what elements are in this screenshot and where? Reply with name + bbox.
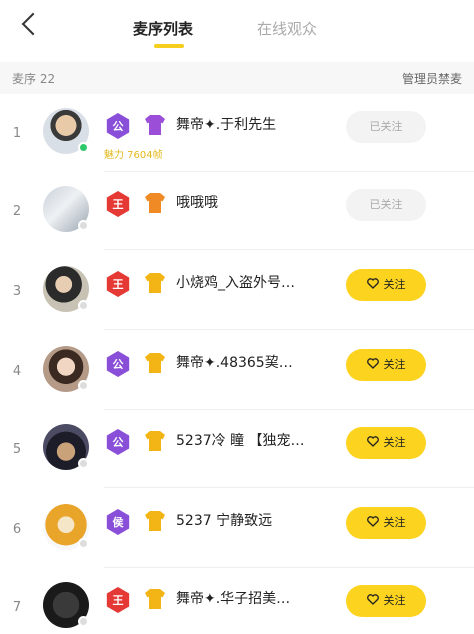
follow-button[interactable]: 关注	[346, 269, 426, 301]
row-index: 1	[12, 126, 22, 141]
row-index: 4	[12, 364, 22, 379]
role-badge-label: 王	[112, 594, 124, 607]
list-item[interactable]: 5 公 5237冷 瞳 【独宠… 关注	[0, 410, 474, 488]
vip-shirt-icon	[145, 589, 165, 609]
top-bar: 麦序列表 在线观众	[0, 0, 474, 62]
follow-button-label: 关注	[383, 358, 406, 371]
role-badge: 公	[105, 351, 131, 377]
active-tab-underline	[154, 44, 184, 48]
list-item[interactable]: 4 公 舞帝✦.48365巭… 关注	[0, 332, 474, 410]
nickname: 舞帝✦.华子招美…	[176, 591, 291, 607]
queue-count: 麦序 22	[12, 72, 56, 86]
vip-shirt-icon	[145, 193, 165, 213]
online-status-dot	[78, 220, 89, 231]
row-divider	[104, 249, 474, 250]
shirt-shape	[145, 353, 165, 373]
row-index: 6	[12, 522, 22, 537]
role-badge-label: 公	[112, 120, 124, 133]
heart-plus-icon	[366, 516, 379, 527]
role-badge: 公	[105, 429, 131, 455]
follow-button-label: 已关注	[369, 120, 403, 133]
follow-button-label: 关注	[383, 436, 406, 449]
online-status-dot	[78, 616, 89, 627]
nickname: 哦哦哦	[176, 195, 218, 211]
list-item[interactable]: 1 公 舞帝✦.于利先生魅力 7604帧 已关注	[0, 94, 474, 172]
role-badge: 王	[105, 191, 131, 217]
nickname: 舞帝✦.于利先生	[176, 117, 277, 133]
shirt-shape	[145, 431, 165, 451]
vip-shirt-icon	[145, 511, 165, 531]
list-item[interactable]: 3 王 小烧鸡_入盗外号… 关注	[0, 252, 474, 330]
follow-button-label: 已关注	[369, 198, 403, 211]
vip-shirt-icon	[145, 431, 165, 451]
list-item[interactable]: 6 侯 5237 宁静致远 关注	[0, 490, 474, 568]
tab-online-audience[interactable]: 在线观众	[257, 18, 317, 39]
tab-mic-queue[interactable]: 麦序列表	[133, 18, 193, 39]
row-index: 7	[12, 600, 22, 615]
follow-button-label: 关注	[383, 594, 406, 607]
follow-button[interactable]: 关注	[346, 507, 426, 539]
row-index: 3	[12, 284, 22, 299]
heart-plus-icon	[366, 594, 379, 605]
role-badge-label: 王	[112, 198, 124, 211]
shirt-shape	[145, 115, 165, 135]
heart-plus-icon	[366, 278, 379, 289]
role-badge: 公	[105, 113, 131, 139]
row-divider	[104, 329, 474, 330]
online-status-dot	[78, 142, 89, 153]
role-badge: 王	[105, 271, 131, 297]
shirt-shape	[145, 193, 165, 213]
follow-button[interactable]: 关注	[346, 427, 426, 459]
admin-ban-mic-button[interactable]: 管理员禁麦	[402, 70, 462, 87]
queue-summary-bar: 麦序 22 管理员禁麦	[0, 62, 474, 94]
nickname: 小烧鸡_入盗外号…	[176, 275, 295, 291]
follow-button[interactable]: 关注	[346, 585, 426, 617]
follow-button[interactable]: 关注	[346, 349, 426, 381]
follow-button-label: 关注	[383, 516, 406, 529]
role-badge-label: 侯	[112, 516, 124, 529]
heart-plus-icon	[366, 358, 379, 369]
online-status-dot	[78, 458, 89, 469]
vip-shirt-icon	[145, 353, 165, 373]
nickname: 5237冷 瞳 【独宠…	[176, 433, 305, 449]
row-index: 2	[12, 204, 22, 219]
nickname: 5237 宁静致远	[176, 513, 273, 529]
online-status-dot	[78, 538, 89, 549]
role-badge-label: 公	[112, 358, 124, 371]
role-badge-label: 王	[112, 278, 124, 291]
follow-button-label: 关注	[383, 278, 406, 291]
role-badge: 王	[105, 587, 131, 613]
followed-button[interactable]: 已关注	[346, 111, 426, 143]
online-status-dot	[78, 300, 89, 311]
role-badge: 侯	[105, 509, 131, 535]
heart-plus-icon	[366, 436, 379, 447]
vip-shirt-icon	[145, 115, 165, 135]
vip-shirt-icon	[145, 273, 165, 293]
shirt-shape	[145, 589, 165, 609]
row-divider	[104, 487, 474, 488]
back-arrow-icon[interactable]	[16, 10, 42, 38]
list-item[interactable]: 2 王 哦哦哦 已关注	[0, 172, 474, 250]
shirt-shape	[145, 511, 165, 531]
charm-value: 魅力 7604帧	[104, 150, 163, 161]
shirt-shape	[145, 273, 165, 293]
followed-button[interactable]: 已关注	[346, 189, 426, 221]
role-badge-label: 公	[112, 436, 124, 449]
list-item[interactable]: 7 王 舞帝✦.华子招美… 关注	[0, 568, 474, 634]
row-index: 5	[12, 442, 22, 457]
online-status-dot	[78, 380, 89, 391]
nickname: 舞帝✦.48365巭…	[176, 355, 293, 371]
